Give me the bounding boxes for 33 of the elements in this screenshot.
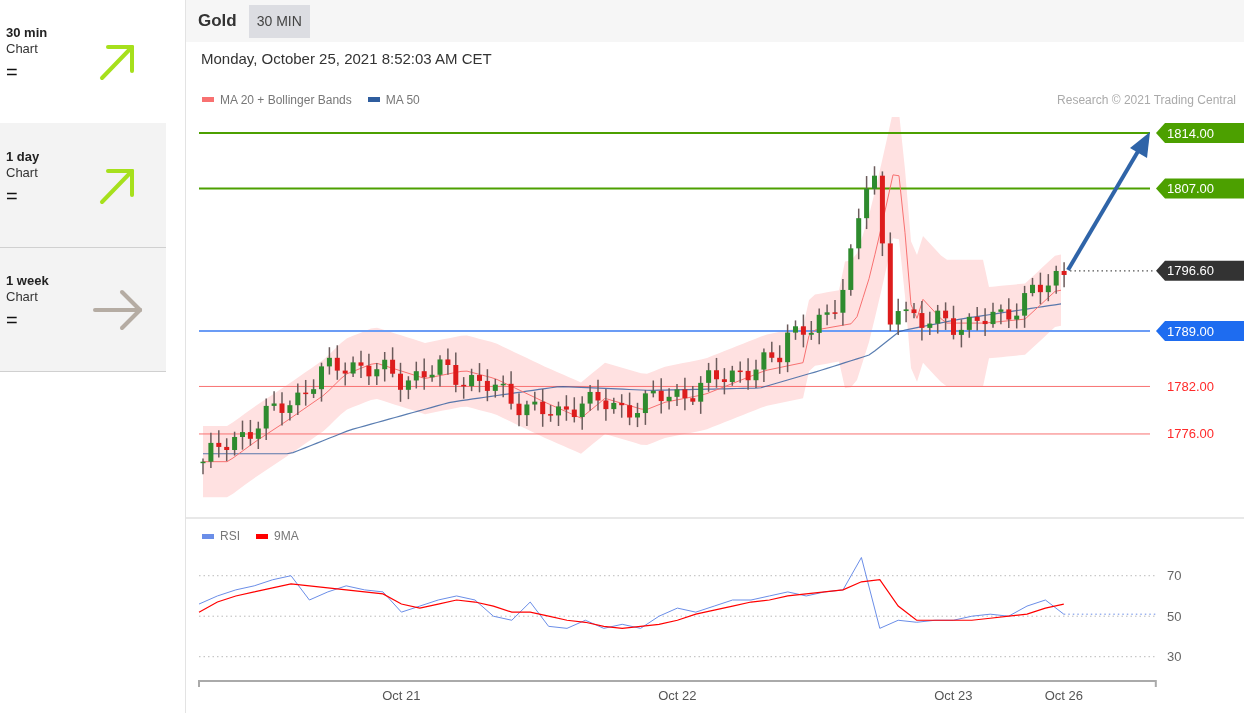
price-tag: 1814.00: [1156, 123, 1244, 143]
legend-label: RSI: [220, 528, 240, 545]
arrow-right-icon: [92, 287, 144, 332]
timeframe-badge: 30 MIN: [248, 4, 310, 38]
credit-text: Research © 2021 Trading Central: [1057, 91, 1236, 109]
signal-label: =: [6, 184, 19, 208]
price-tag: 1796.60: [1156, 260, 1244, 281]
y-tick-label: 30: [1167, 649, 1182, 665]
y-tick-label: 50: [1167, 608, 1182, 624]
x-tick-label: Oct 22: [658, 688, 697, 703]
timeframe-title: 1 week: [6, 273, 49, 289]
legend-label: MA 20 + Bollinger Bands: [220, 91, 352, 109]
price-label: 1776.00: [1167, 426, 1214, 442]
x-tick-label: Oct 26: [1044, 688, 1083, 703]
price-tag: 1807.00: [1156, 178, 1244, 199]
price-tag: 1789.00: [1156, 321, 1244, 341]
x-tick-label: Oct 23: [934, 688, 973, 703]
timeframe-item[interactable]: 1 week Chart =: [0, 248, 166, 372]
timeframe-title: 1 day: [6, 149, 40, 165]
x-tick-label: Oct 21: [382, 688, 421, 703]
timestamp: Monday, October 25, 2021 8:52:03 AM CET: [201, 49, 493, 69]
instrument-title: Gold: [198, 10, 237, 33]
timeframe-subtitle: Chart: [6, 41, 39, 57]
legend-label: MA 50: [385, 91, 420, 109]
y-tick-label: 70: [1167, 568, 1182, 584]
timeframe-title: 30 min: [6, 25, 48, 41]
signal-label: =: [6, 308, 19, 332]
legend-label: 9MA: [274, 528, 299, 545]
timeframe-subtitle: Chart: [6, 289, 39, 305]
timeframe-subtitle: Chart: [6, 165, 39, 181]
timeframe-item[interactable]: 1 day Chart =: [0, 124, 166, 248]
price-label: 1782.00: [1167, 378, 1214, 394]
signal-label: =: [6, 60, 19, 84]
